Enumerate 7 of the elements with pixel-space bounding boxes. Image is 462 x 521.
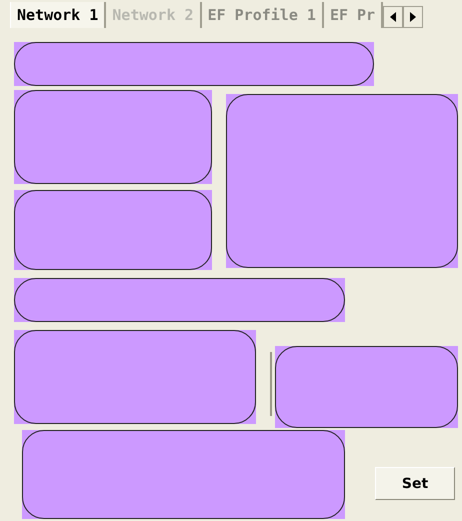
scroll-left-button[interactable] xyxy=(383,6,404,28)
scroll-right-button[interactable] xyxy=(403,6,424,28)
separator xyxy=(270,352,272,416)
set-button[interactable]: Set xyxy=(375,467,455,500)
right-triangle-icon xyxy=(410,12,416,22)
tab[interactable]: Network 1 xyxy=(10,2,106,28)
left-triangle-icon xyxy=(390,12,396,22)
